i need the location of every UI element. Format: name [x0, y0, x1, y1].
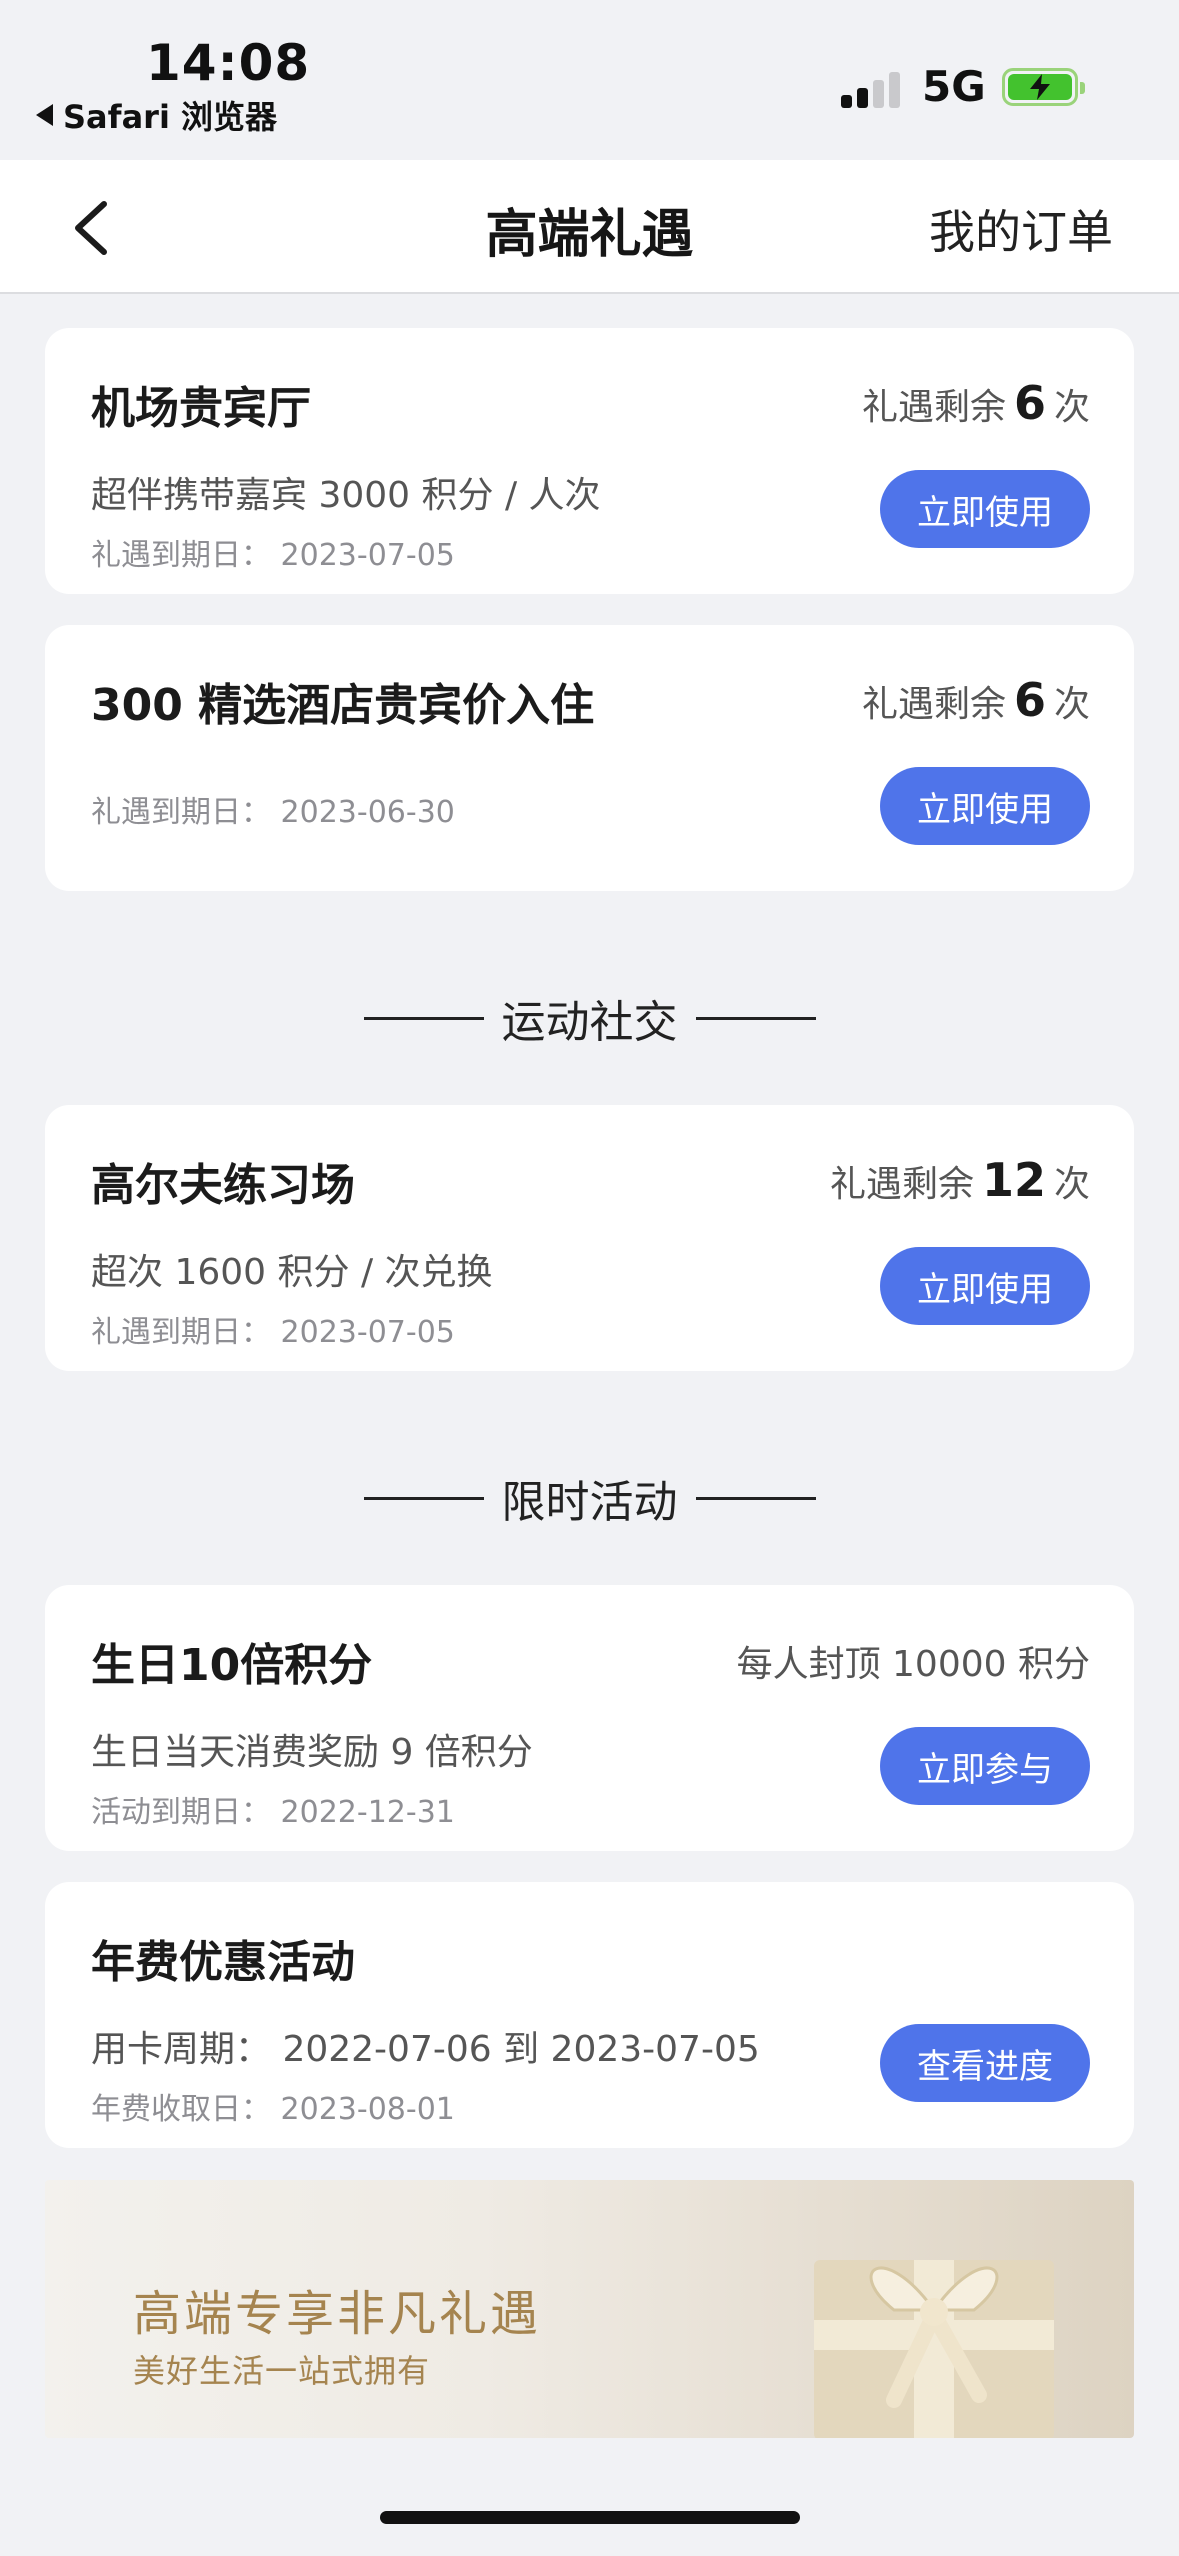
divider [363, 1016, 484, 1020]
remaining-number: 12 [981, 1153, 1046, 1207]
use-now-button[interactable]: 立即使用 [880, 767, 1090, 845]
remaining-prefix: 礼遇剩余 [829, 1164, 974, 1205]
activity-card-birthday: 生日10倍积分 每人封顶 10000 积分 生日当天消费奖励 9 倍积分 活动到… [45, 1585, 1134, 1851]
remaining-suffix: 次 [1053, 387, 1090, 428]
card-description: 超次 1600 积分 / 次兑换 [91, 1252, 493, 1293]
back-app-label: Safari 浏览器 [63, 98, 278, 136]
remaining-prefix: 礼遇剩余 [861, 684, 1006, 725]
battery-charging-icon [1002, 68, 1085, 106]
activity-card-annual-fee: 年费优惠活动 用卡周期： 2022-07-06 到 2023-07-05 年费收… [45, 1882, 1134, 2148]
card-title: 生日10倍积分 [91, 1640, 373, 1691]
points-cap: 每人封顶 10000 积分 [736, 1644, 1090, 1685]
remaining-number: 6 [1013, 376, 1046, 430]
use-now-button[interactable]: 立即使用 [880, 470, 1090, 548]
card-title: 年费优惠活动 [91, 1937, 355, 1988]
nav-bar: 高端礼遇 我的订单 [0, 160, 1179, 294]
join-now-button[interactable]: 立即参与 [880, 1727, 1090, 1805]
card-description: 超伴携带嘉宾 3000 积分 / 人次 [91, 475, 601, 516]
card-expiry-date: 活动到期日： 2022-12-31 [91, 1795, 455, 1830]
section-header-limited: 限时活动 [0, 1466, 1179, 1530]
remaining-number: 6 [1013, 673, 1046, 727]
remaining-prefix: 礼遇剩余 [861, 387, 1006, 428]
divider [363, 1496, 484, 1500]
card-title: 高尔夫练习场 [91, 1160, 355, 1211]
remaining-count: 礼遇剩余 12 次 [830, 1153, 1090, 1207]
section-header-sports: 运动社交 [0, 986, 1179, 1050]
section-title: 限时活动 [501, 1477, 678, 1528]
remaining-suffix: 次 [1053, 684, 1090, 725]
network-type: 5G [922, 62, 986, 111]
back-triangle-icon [36, 104, 53, 126]
card-description: 生日当天消费奖励 9 倍积分 [91, 1732, 533, 1773]
remaining-count: 礼遇剩余 6 次 [862, 376, 1090, 430]
fee-date: 年费收取日： 2023-08-01 [91, 2092, 455, 2127]
home-indicator[interactable] [380, 2511, 800, 2524]
card-expiry-date: 礼遇到期日： 2023-07-05 [91, 1315, 455, 1350]
card-expiry-date: 礼遇到期日： 2023-06-30 [91, 795, 455, 830]
use-now-button[interactable]: 立即使用 [880, 1247, 1090, 1325]
benefit-card-golf: 高尔夫练习场 礼遇剩余 12 次 超次 1600 积分 / 次兑换 礼遇到期日：… [45, 1105, 1134, 1371]
card-title: 机场贵宾厅 [91, 383, 311, 434]
benefit-card-airport-lounge: 机场贵宾厅 礼遇剩余 6 次 超伴携带嘉宾 3000 积分 / 人次 礼遇到期日… [45, 328, 1134, 594]
divider [695, 1016, 816, 1020]
my-orders-link[interactable]: 我的订单 [929, 196, 1113, 262]
signal-icon [841, 68, 901, 108]
banner-title: 高端专享非凡礼遇 [133, 2286, 542, 2342]
view-progress-button[interactable]: 查看进度 [880, 2024, 1090, 2102]
card-expiry-date: 礼遇到期日： 2023-07-05 [91, 538, 455, 573]
benefit-card-hotel: 300 精选酒店贵宾价入住 礼遇剩余 6 次 礼遇到期日： 2023-06-30… [45, 625, 1134, 891]
remaining-suffix: 次 [1053, 1164, 1090, 1205]
promo-banner[interactable]: 高端专享非凡礼遇 美好生活一站式拥有 [45, 2180, 1134, 2438]
remaining-count: 礼遇剩余 6 次 [862, 673, 1090, 727]
status-time: 14:08 [146, 34, 311, 92]
card-description: 用卡周期： 2022-07-06 到 2023-07-05 [91, 2029, 760, 2070]
card-title: 300 精选酒店贵宾价入住 [91, 680, 595, 731]
gift-box-icon [814, 2260, 1054, 2438]
back-to-safari-link[interactable]: Safari 浏览器 [36, 92, 277, 138]
status-bar: 14:08 Safari 浏览器 5G [0, 0, 1179, 160]
divider [695, 1496, 816, 1500]
section-title: 运动社交 [501, 997, 678, 1048]
banner-subtitle: 美好生活一站式拥有 [133, 2352, 431, 2390]
